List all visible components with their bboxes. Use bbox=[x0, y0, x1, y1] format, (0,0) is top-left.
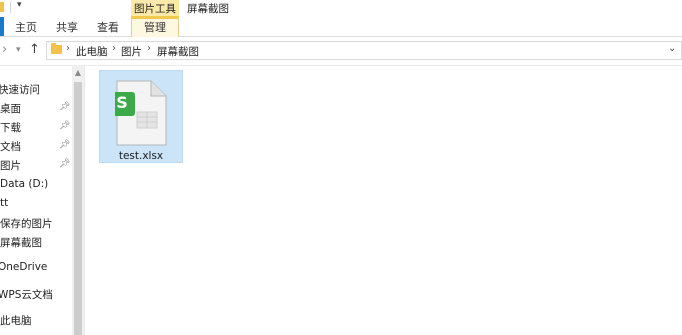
nav-item-screenshots[interactable]: 屏幕截图 bbox=[0, 235, 42, 250]
nav-item-wps-cloud[interactable]: WPS云文档 bbox=[0, 287, 53, 302]
pin-icon: 📌︎ bbox=[59, 121, 71, 131]
nav-item-quick-access[interactable]: 快速访问 bbox=[0, 82, 40, 97]
tab-share[interactable]: 共享 bbox=[56, 19, 78, 35]
title-bar bbox=[0, 0, 682, 16]
up-arrow-icon[interactable]: ↑ bbox=[29, 42, 40, 57]
file-name-label[interactable]: test.xlsx bbox=[99, 150, 183, 162]
quick-access-dropdown-icon[interactable]: ▾ bbox=[17, 0, 22, 10]
scrollbar-thumb[interactable] bbox=[74, 82, 82, 335]
forward-arrow-icon[interactable]: › bbox=[2, 42, 7, 57]
pane-divider[interactable] bbox=[84, 66, 85, 335]
wps-spreadsheet-icon[interactable] bbox=[115, 80, 167, 146]
file-tab[interactable] bbox=[0, 17, 4, 36]
pin-icon: 📌︎ bbox=[59, 159, 71, 169]
folder-icon bbox=[51, 43, 62, 54]
nav-item-saved-pictures[interactable]: 保存的图片 bbox=[0, 216, 53, 231]
breadcrumb-screenshots[interactable]: 屏幕截图 bbox=[157, 44, 199, 59]
nav-item-data-drive[interactable]: Data (D:) bbox=[0, 178, 48, 190]
breadcrumb-this-pc[interactable]: 此电脑 bbox=[76, 44, 108, 59]
pin-icon: 📌︎ bbox=[59, 102, 71, 112]
tab-view[interactable]: 查看 bbox=[97, 19, 119, 35]
nav-item-pictures[interactable]: 图片 bbox=[0, 158, 21, 173]
breadcrumb-pictures[interactable]: 图片 bbox=[121, 44, 142, 59]
breadcrumb-separator-icon[interactable]: › bbox=[66, 43, 70, 54]
recent-locations-icon[interactable]: ▾ bbox=[16, 45, 21, 55]
tab-home[interactable]: 主页 bbox=[15, 19, 37, 35]
wps-badge-letter: S bbox=[116, 93, 128, 112]
nav-item-desktop[interactable]: 桌面 bbox=[0, 101, 21, 116]
window-title: 屏幕截图 bbox=[187, 3, 229, 15]
tab-manage[interactable]: 管理 bbox=[144, 19, 166, 35]
nav-item-this-pc[interactable]: 此电脑 bbox=[0, 313, 32, 328]
breadcrumb-separator-icon[interactable]: › bbox=[147, 43, 151, 54]
contextual-tab-group-label: 图片工具 bbox=[134, 3, 176, 15]
pin-icon: 📌︎ bbox=[59, 140, 71, 150]
breadcrumb-separator-icon[interactable]: › bbox=[112, 43, 116, 54]
nav-item-tt[interactable]: tt bbox=[0, 197, 8, 209]
toolbar-divider bbox=[10, 2, 11, 13]
scroll-up-arrow-icon[interactable]: ▲ bbox=[72, 68, 84, 77]
folder-icon[interactable] bbox=[0, 2, 4, 12]
nav-item-onedrive[interactable]: OneDrive bbox=[0, 261, 47, 273]
nav-item-documents[interactable]: 文档 bbox=[0, 139, 21, 154]
chevron-down-icon[interactable]: ⌄ bbox=[668, 43, 676, 54]
nav-item-downloads[interactable]: 下载 bbox=[0, 120, 21, 135]
